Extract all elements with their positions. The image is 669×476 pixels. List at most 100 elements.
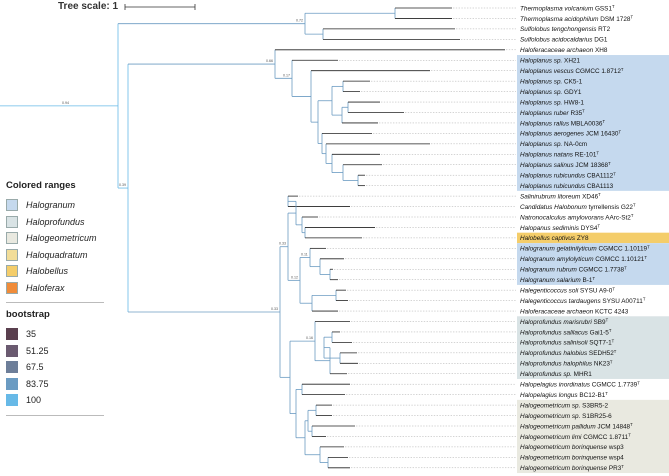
leaf-label: Haloprofundus halophilus NK23T [520, 359, 613, 367]
legend-range-item: Haloprofundus [6, 214, 106, 231]
leaf-name: Natronocalculus amylovorans AArc-St2 [520, 214, 631, 221]
type-strain-mark: T [610, 359, 613, 364]
legend-bootstrap-swatch [6, 377, 18, 390]
legend-range-label: Haloprofundus [26, 216, 85, 227]
leaf-label: Haloprofundus marisrubri SB9T [520, 318, 609, 326]
leaf-name: Haloplanus sp. GDY1 [520, 89, 582, 96]
leaf-label: Haloplanus ruber R35T [520, 109, 585, 117]
leaf-name-strain: SB9 [592, 319, 606, 326]
leaf-name: Halogeometricum borinquense PR3 [520, 465, 622, 472]
leaf-name: Haloprofundus marisrubri SB9 [520, 319, 606, 326]
leaf-name: Halogeometricum borinquense wsp3 [520, 444, 624, 451]
bootstrap-label: 0.17 [283, 73, 290, 77]
leaf-name-strain: BC12-B1 [578, 392, 606, 399]
leaf-name-strain: B-1 [581, 277, 593, 284]
leaf-name-strain: MHR1 [572, 371, 592, 378]
leaf-name-binomial: Halogeometricum limi [520, 434, 582, 441]
leaf-name: Halogranum amylolyticum CGMCC 1.10121 [520, 256, 645, 263]
bootstrap-label: 0.72 [296, 19, 303, 23]
leaf-name-binomial: Haloprofundus salilacus [520, 329, 589, 336]
leaf-label: Halogranum rubrum CGMCC 1.7738T [520, 265, 627, 273]
leaf-name: Haloplanus rubicundus CBA1113 [520, 183, 614, 190]
leaf-name-binomial: Haloplanus salinus [520, 162, 574, 169]
leaf-name-strain: wsp3 [607, 444, 624, 451]
legend-range-label: Haloquadratum [26, 249, 88, 260]
leaf-name-strain: JCM 16430 [584, 131, 619, 138]
leaf-label: Haloprofundus salilacus Gai1-5T [520, 328, 612, 336]
leaf-label: Halegenticoccus soli SYSU A9-0T [520, 286, 615, 294]
leaf-name-binomial: Haloprofundus halobius [520, 350, 588, 357]
leaf-label: Haloplanus aerogenes JCM 16430T [520, 130, 621, 138]
colored-ranges-legend: Colored ranges Halogranum Haloprofundus Ha… [6, 180, 106, 296]
leaf-name-strain: KCTC 4243 [593, 308, 629, 315]
leaf-label: Halogranum amylolyticum CGMCC 1.10121T [520, 255, 647, 263]
leaf-name-binomial: Haloferacaceae archaeon [520, 308, 594, 315]
leaf-name-binomial: Halogeometricum pallidum [520, 423, 596, 430]
type-strain-mark: T [612, 286, 615, 291]
legend-bootstrap-label: 51.25 [26, 345, 49, 356]
legend-divider-bottom [6, 414, 104, 416]
leaf-label: Halogeometricum borinquense PR3T [520, 464, 624, 472]
leaf-name-binomial: Haloplanus sp. [520, 99, 562, 106]
leaf-name-binomial: Haloprofundus halophilus [520, 361, 593, 368]
leaf-name-binomial: Halogranum amylolyticum [520, 256, 594, 263]
leaf-name-binomial: Haloplanus vescus [520, 68, 574, 75]
leaf-name-strain: R35 [569, 110, 583, 117]
leaf-name: Haloplanus rubicundus CBA1112 [520, 173, 614, 180]
type-strain-mark: T [633, 203, 636, 208]
type-strain-mark: T [606, 318, 609, 323]
leaf-name: Halogeometricum limi CGMCC 1.8711 [520, 434, 629, 441]
leaf-name: Halogranum salarium B-1 [520, 277, 593, 284]
legend-range-label: Halobellus [26, 266, 69, 277]
type-strain-mark: T [608, 161, 611, 166]
leaf-name-strain: GDY1 [562, 89, 582, 96]
leaf-label: Haloplanus natans RE-101T [520, 150, 599, 158]
leaf-label: Haloplanus rubicundus CBA1112T [520, 171, 616, 179]
leaf-name: Haloplanus natans RE-101 [520, 152, 597, 159]
leaf-name-binomial: Halopelagius inordinatus [520, 382, 591, 389]
leaf-name-binomial: Natronocalculus amylovorans [520, 214, 605, 221]
type-strain-mark: T [612, 339, 615, 344]
bootstrap-label: 0.12 [291, 275, 298, 279]
leaf-name: Halegenticoccus tardaugens SYSU A00711 [520, 298, 643, 305]
type-strain-mark: T [621, 67, 624, 72]
leaf-name-binomial: Haloplanus sp. [520, 58, 562, 65]
leaf-name-strain: DSM 1728 [599, 16, 631, 23]
type-strain-mark: T [647, 244, 650, 249]
colored-range-backgrounds [517, 55, 669, 474]
leaf-name-strain: NK23 [592, 361, 610, 368]
type-strain-mark: T [621, 464, 624, 469]
legend-range-label: Halogranum [26, 200, 76, 211]
leaf-name-binomial: Halogranum gelatinilyticum [520, 246, 597, 253]
leaf-name-binomial: Haloprofundus marisrubri [520, 319, 592, 326]
leaf-name-strain: CGMCC 1.7739 [590, 382, 638, 389]
leaf-name-strain: XH8 [593, 47, 608, 54]
legend-bootstrap-label: 67.5 [26, 362, 44, 373]
leaf-name-strain: SEDH52 [587, 350, 614, 357]
leaf-name-binomial: Halogeometricum sp. [520, 402, 580, 409]
leaf-name: Thermoplasma acidophilum DSM 1728 [520, 16, 631, 23]
leaf-name-binomial: Sulfolobus tengchongensis [520, 26, 597, 33]
legend-swatch [6, 248, 18, 261]
type-strain-mark: T [596, 150, 599, 155]
leaf-label: Halogeometricum borinquense wsp3 [520, 444, 624, 451]
leaf-name-binomial: Halogeometricum sp. [520, 413, 580, 420]
legend-range-item: Haloquadratum [6, 247, 106, 264]
leaf-name: Haloplanus rallus MBLA0036 [520, 120, 603, 127]
leaf-name: Halogeometricum pallidum JCM 14848 [520, 423, 631, 430]
legend-range-item: Halogeometricum [6, 230, 106, 247]
leaf-name-strain: ZY8 [575, 235, 589, 242]
leaf-name-strain: MBLA0036 [569, 120, 603, 127]
leaf-name-strain: JCM 14848 [596, 423, 631, 430]
legend: Colored ranges Halogranum Haloprofundus Ha… [6, 180, 106, 422]
type-strain-mark: T [582, 109, 585, 114]
legend-bootstrap-label: 35 [26, 329, 37, 340]
leaf-name: Haloprofundus sp. MHR1 [520, 371, 592, 378]
leaf-name-binomial: Halobellus captivus [520, 235, 576, 242]
leaf-label: Haloferacaceae archaeon KCTC 4243 [520, 308, 629, 315]
leaf-name-binomial: Haloplanus rubicundus [520, 173, 586, 180]
leaf-label: Halopelagius longus BC12-B1T [520, 391, 608, 399]
leaf-name: Halopelagius longus BC12-B1 [520, 392, 606, 399]
type-strain-mark: T [644, 255, 647, 260]
legend-swatch [6, 265, 18, 278]
